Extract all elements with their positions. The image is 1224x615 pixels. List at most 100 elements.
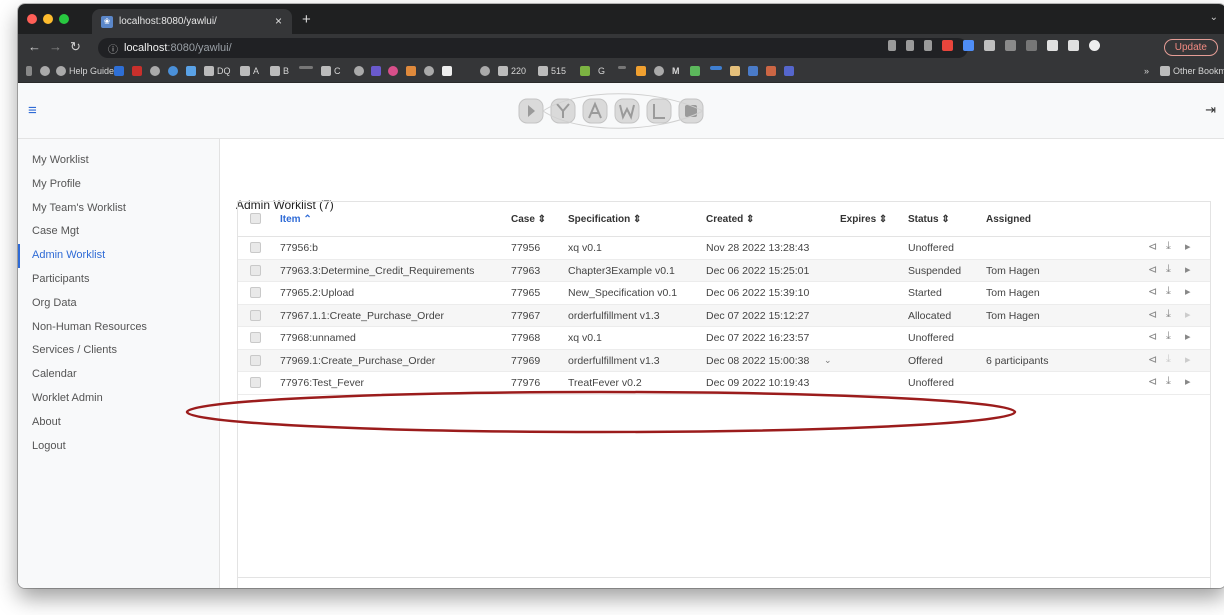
sidebar-item-my-teams-worklist[interactable]: My Team's Worklist xyxy=(18,197,219,221)
bookmark-photo-icon[interactable] xyxy=(766,66,776,76)
sidebar-item-my-worklist[interactable]: My Worklist xyxy=(18,149,219,173)
update-button[interactable]: Update xyxy=(1163,39,1218,56)
bookmark-globe-2-icon[interactable] xyxy=(150,66,160,76)
key-icon[interactable] xyxy=(888,40,896,51)
download-icon[interactable]: ⤓ xyxy=(1166,308,1171,321)
start-icon[interactable]: ▸ xyxy=(1185,240,1191,253)
bookmark-folder-220[interactable]: 220 xyxy=(498,66,526,76)
sidebar-item-my-profile[interactable]: My Profile xyxy=(18,173,219,197)
sidebar-item-org-data[interactable]: Org Data xyxy=(18,292,219,316)
close-window-button[interactable] xyxy=(27,14,37,24)
row-checkbox[interactable] xyxy=(250,287,261,298)
row-checkbox[interactable] xyxy=(250,242,261,253)
bookmark-doc-icon[interactable] xyxy=(784,66,794,76)
extension-outline-icon[interactable] xyxy=(1026,40,1037,51)
start-icon[interactable]: ▸ xyxy=(1185,330,1191,343)
column-header-specification[interactable]: Specification ⇕ xyxy=(568,214,641,225)
bookmark-folder-c[interactable]: C xyxy=(321,66,341,76)
bookmark-folder-b[interactable]: B xyxy=(270,66,289,76)
bookmark-s-icon[interactable] xyxy=(168,66,178,76)
column-header-expires[interactable]: Expires ⇕ xyxy=(840,214,887,225)
bookmark-chart-icon[interactable] xyxy=(730,66,740,76)
start-icon[interactable]: ▸ xyxy=(1185,308,1191,321)
reassign-icon[interactable]: ⊲ xyxy=(1148,375,1157,388)
bookmark-colorful-icon[interactable] xyxy=(406,66,416,76)
bookmark-help-guide[interactable]: Help Guide xyxy=(56,66,114,76)
bookmark-apps-icon[interactable] xyxy=(26,66,32,76)
row-checkbox[interactable] xyxy=(250,377,261,388)
table-row[interactable]: 77956:b 77956 xq v0.1 Nov 28 2022 13:28:… xyxy=(238,237,1210,260)
bookmark-globe-icon[interactable] xyxy=(40,66,50,76)
bookmark-folder-dq[interactable]: DQ xyxy=(204,66,231,76)
bookmark-g[interactable]: G xyxy=(598,66,605,76)
table-row[interactable]: 77963.3:Determine_Credit_Requirements 77… xyxy=(238,259,1210,282)
refresh-disabled-icon[interactable]: ↻ xyxy=(1160,586,1170,588)
bookmark-bank-icon[interactable] xyxy=(748,66,758,76)
start-icon[interactable]: ▸ xyxy=(1185,263,1191,276)
bookmark-globe-6-icon[interactable] xyxy=(654,66,664,76)
participants-dropdown-chevron-icon[interactable]: ⌄ xyxy=(824,355,832,366)
column-header-status[interactable]: Status ⇕ xyxy=(908,214,950,225)
profile-avatar-icon[interactable] xyxy=(1089,40,1100,51)
bookmark-globe-5-icon[interactable] xyxy=(480,66,490,76)
bookmark-red-icon[interactable] xyxy=(132,66,142,76)
sidebar-item-participants[interactable]: Participants xyxy=(18,268,219,292)
select-all-checkbox[interactable] xyxy=(250,213,261,224)
bookmark-m[interactable]: M xyxy=(672,66,680,76)
bookmark-arrow-icon[interactable] xyxy=(618,66,626,69)
address-bar[interactable]: ⓘ localhost:8080/yawlui/ xyxy=(98,38,968,58)
reassign-icon[interactable]: ⊲ xyxy=(1148,353,1157,366)
puzzle-icon[interactable] xyxy=(1047,40,1058,51)
bookmark-leaf-icon[interactable] xyxy=(580,66,590,76)
sidebar-item-non-human-resources[interactable]: Non-Human Resources xyxy=(18,316,219,340)
extension-blue-icon[interactable] xyxy=(963,40,974,51)
sidebar-item-admin-worklist[interactable]: Admin Worklist xyxy=(18,244,219,268)
bookmark-globe-4-icon[interactable] xyxy=(424,66,434,76)
bookmark-trello-icon[interactable] xyxy=(114,66,124,76)
table-row[interactable]: 77976:Test_Fever 77976 TreatFever v0.2 D… xyxy=(238,372,1210,395)
refresh-icon[interactable]: ↻ xyxy=(1182,586,1192,588)
table-row[interactable]: 77968:unnamed 77968 xq v0.1 Dec 07 2022 … xyxy=(238,327,1210,350)
collapse-panel-icon[interactable]: ⇥ xyxy=(1205,102,1216,118)
tab-search-chevron-icon[interactable]: ⌄ xyxy=(1210,12,1218,23)
bookmark-globe-3-icon[interactable] xyxy=(354,66,364,76)
table-row[interactable]: 77969.1:Create_Purchase_Order 77969 orde… xyxy=(238,349,1210,372)
reassign-icon[interactable]: ⊲ xyxy=(1148,285,1157,298)
new-tab-icon[interactable]: + xyxy=(302,11,311,28)
bookmark-green-icon[interactable] xyxy=(690,66,700,76)
column-header-case[interactable]: Case ⇕ xyxy=(511,214,546,225)
row-checkbox[interactable] xyxy=(250,332,261,343)
sidebar-item-case-mgt[interactable]: Case Mgt xyxy=(18,220,219,244)
browser-tab[interactable]: ❀ localhost:8080/yawlui/ × xyxy=(92,9,292,34)
table-row[interactable]: 77965.2:Upload 77965 New_Specification v… xyxy=(238,282,1210,305)
star-icon[interactable] xyxy=(924,40,932,51)
bookmark-other-bookmarks[interactable]: Other Bookmarks xyxy=(1160,66,1224,76)
start-icon[interactable]: ▸ xyxy=(1185,375,1191,388)
bookmark-orange-icon[interactable] xyxy=(636,66,646,76)
download-icon[interactable]: ⤓ xyxy=(1166,353,1171,366)
forward-icon[interactable]: → xyxy=(49,39,62,54)
back-icon[interactable]: ← xyxy=(28,39,41,54)
column-header-created[interactable]: Created ⇕ xyxy=(706,214,754,225)
minimize-window-button[interactable] xyxy=(43,14,53,24)
download-icon[interactable]: ⤓ xyxy=(1166,285,1171,298)
bookmark-divider-icon[interactable] xyxy=(299,66,313,69)
reload-icon[interactable]: ↻ xyxy=(70,39,81,55)
sidebar-item-calendar[interactable]: Calendar xyxy=(18,363,219,387)
extension-gray-icon[interactable] xyxy=(984,40,995,51)
sidepanel-icon[interactable] xyxy=(1068,40,1079,51)
bookmark-folder-a[interactable]: A xyxy=(240,66,259,76)
download-icon[interactable]: ⤓ xyxy=(1166,263,1171,276)
zoom-window-button[interactable] xyxy=(59,14,69,24)
reassign-icon[interactable]: ⊲ xyxy=(1148,240,1157,253)
menu-icon[interactable]: ≡ xyxy=(28,102,42,119)
bookmark-overflow-icon[interactable]: » xyxy=(1144,66,1149,76)
sidebar-item-logout[interactable]: Logout xyxy=(18,435,219,459)
settings-icon[interactable]: ⚙ xyxy=(1138,586,1149,588)
bookmark-blue-icon[interactable] xyxy=(186,66,196,76)
bookmark-blue-bar-icon[interactable] xyxy=(710,66,722,70)
download-icon[interactable]: ⤓ xyxy=(1166,375,1171,388)
bookmark-os-icon[interactable] xyxy=(371,66,381,76)
bookmark-folder-515[interactable]: 515 xyxy=(538,66,566,76)
sidebar-item-about[interactable]: About xyxy=(18,411,219,435)
